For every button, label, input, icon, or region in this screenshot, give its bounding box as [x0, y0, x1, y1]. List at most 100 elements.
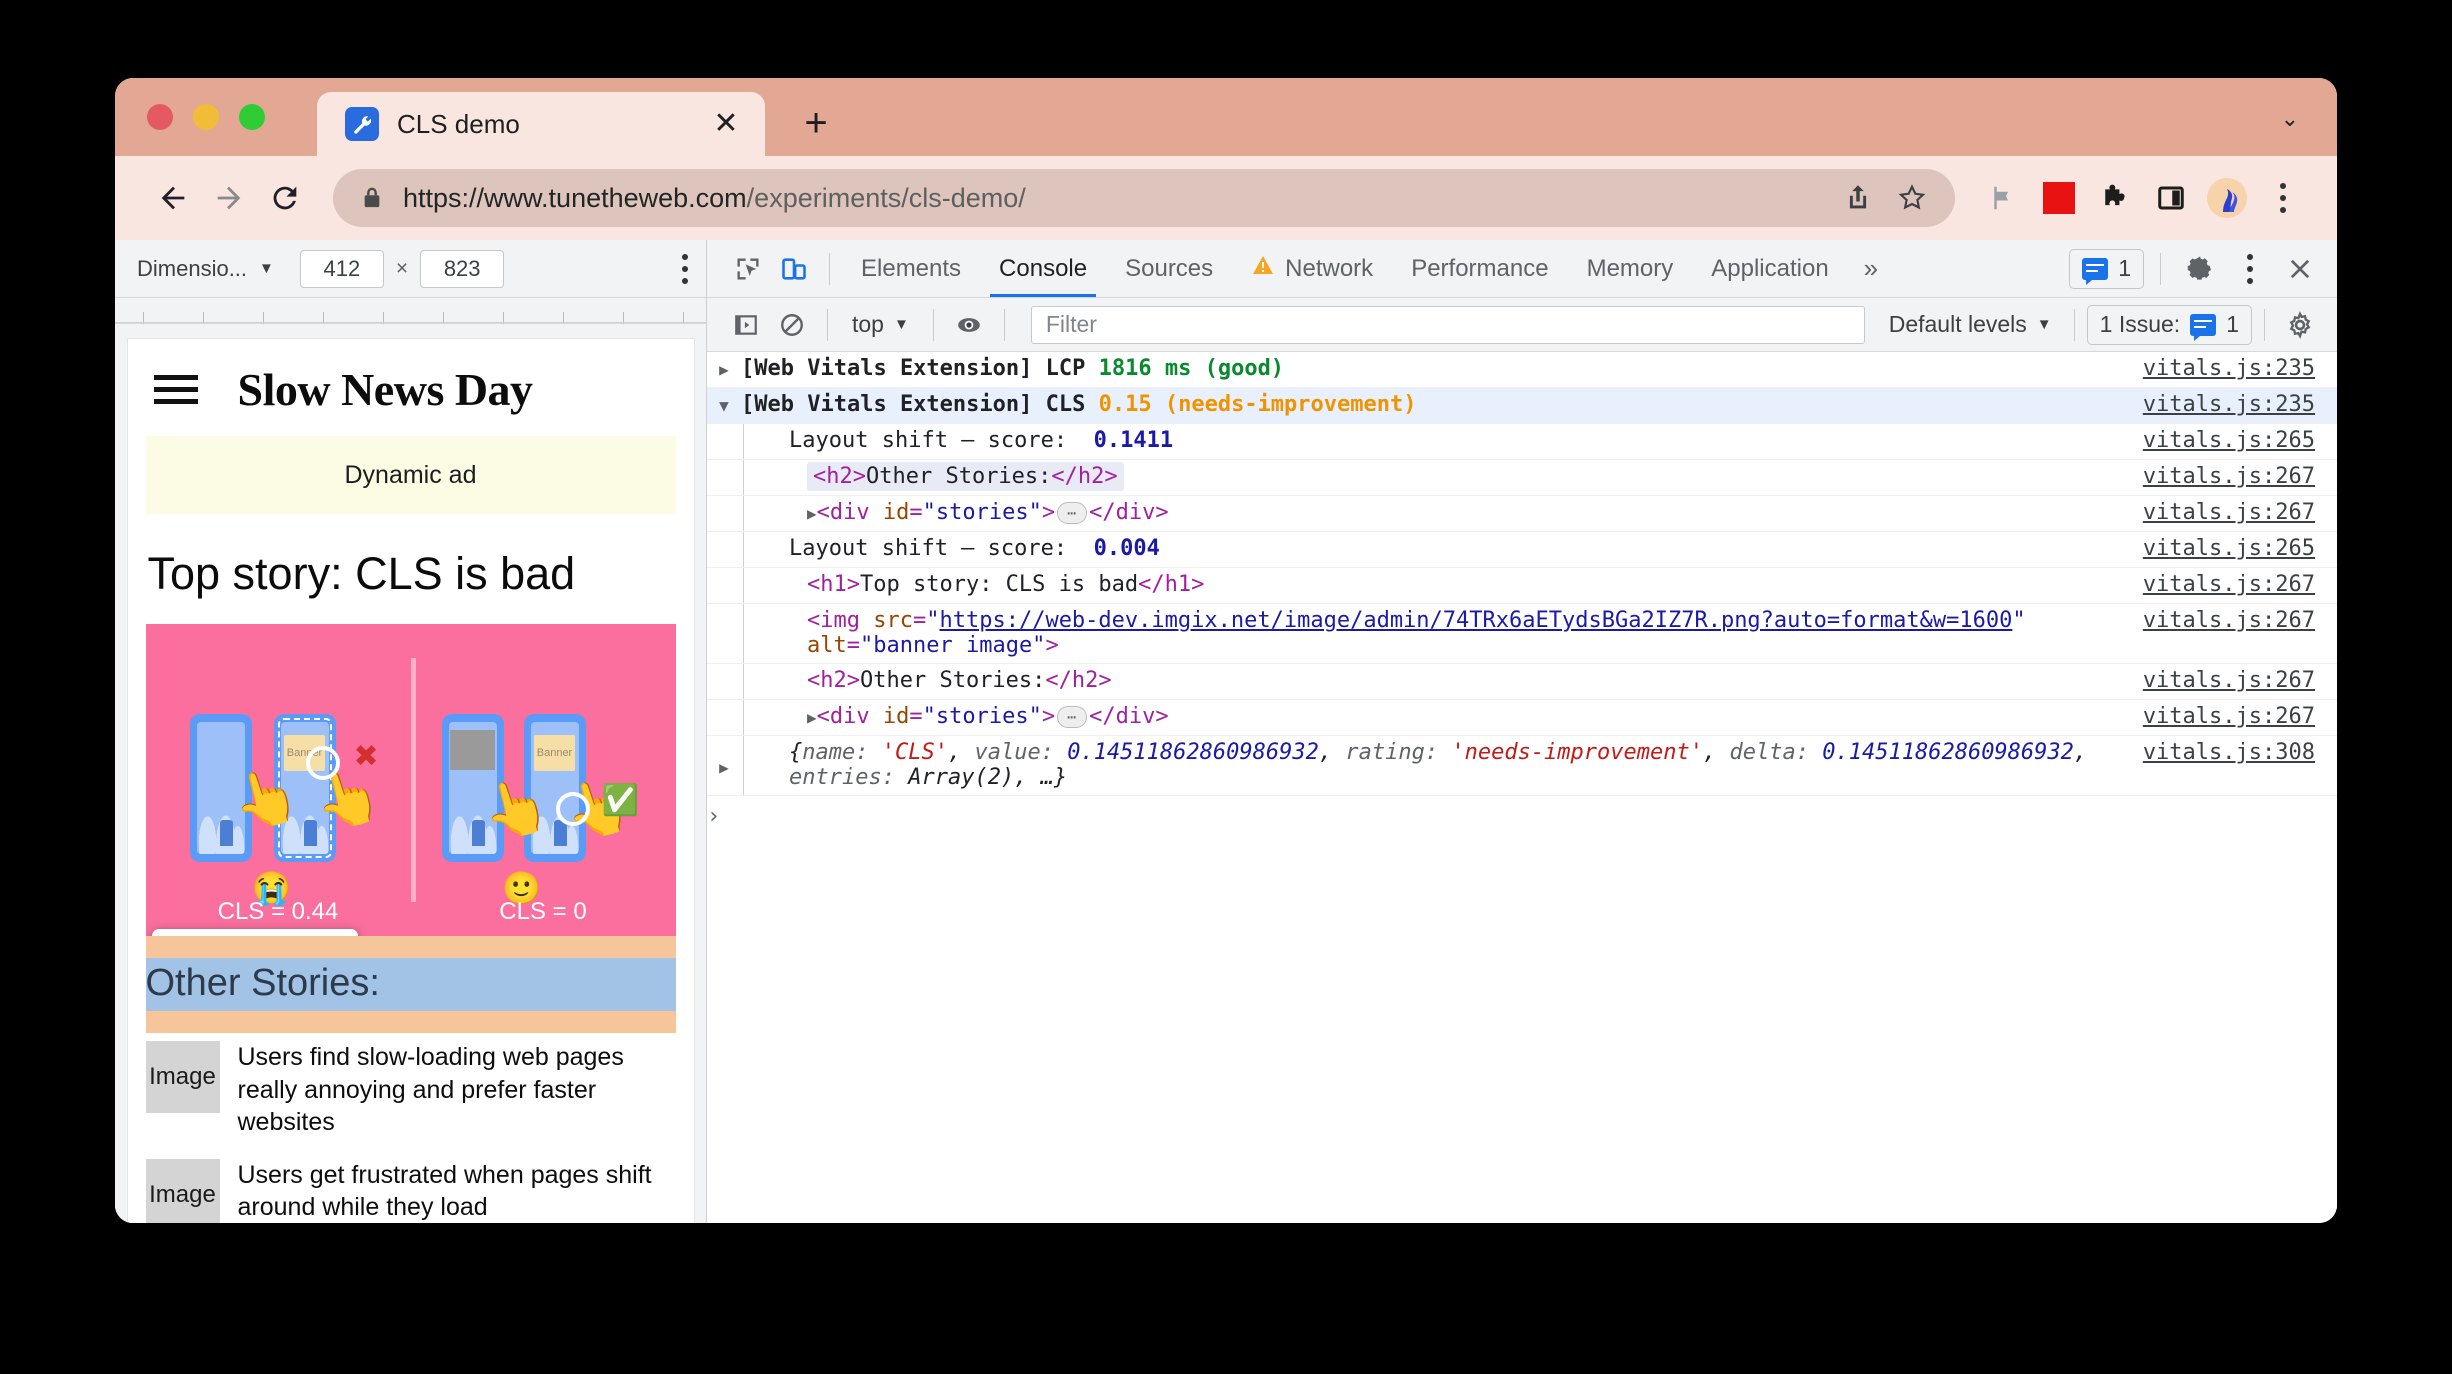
chevron-down-icon[interactable]: ⌄ — [2281, 106, 2299, 132]
inspect-element-icon[interactable] — [725, 246, 771, 292]
close-window-button[interactable] — [147, 104, 173, 130]
more-tabs-icon[interactable]: » — [1848, 253, 1894, 284]
new-tab-button[interactable]: + — [795, 102, 837, 144]
object-value-rating: 'needs-improvement' — [1451, 740, 1704, 765]
tab-console[interactable]: Console — [980, 240, 1106, 297]
expand-children-icon[interactable]: ⋯ — [1057, 706, 1088, 728]
close-icon[interactable]: ✕ — [709, 107, 743, 141]
wrench-icon — [345, 107, 379, 141]
source-link[interactable]: vitals.js:265 — [2143, 428, 2337, 453]
console-node-div-stories-second[interactable]: ▶<div id="stories"> ⋯ </div> vitals.js:267 — [707, 700, 2337, 736]
console-node-h1[interactable]: <h1>Top story: CLS is bad</h1> vitals.js… — [707, 568, 2337, 604]
source-link[interactable]: vitals.js:235 — [2143, 392, 2337, 417]
tab-sources[interactable]: Sources — [1106, 240, 1232, 297]
console-output[interactable]: ▶ [Web Vitals Extension] LCP 1816 ms (go… — [707, 352, 2337, 1223]
log-level-select[interactable]: Default levels ▼ — [1879, 311, 2062, 338]
source-link[interactable]: vitals.js:267 — [2143, 668, 2337, 693]
list-item[interactable]: Image Users find slow-loading web pages … — [145, 1033, 676, 1151]
close-devtools-icon[interactable] — [2277, 246, 2323, 292]
console-node-h2-second[interactable]: <h2>Other Stories:</h2> vitals.js:267 — [707, 664, 2337, 700]
gear-icon[interactable] — [2177, 246, 2223, 292]
clear-console-icon[interactable] — [769, 302, 815, 348]
share-icon[interactable] — [1831, 171, 1885, 225]
expand-object-arrow-icon[interactable]: ▶ — [707, 754, 741, 777]
device-preset-select[interactable]: Dimensio... ▼ — [137, 256, 274, 282]
console-object-cls-metric[interactable]: ▶ {name: 'CLS', value: 0.145118628609869… — [707, 736, 2337, 796]
object-value-entries: Array(2), …} — [908, 765, 1068, 790]
source-link[interactable]: vitals.js:235 — [2143, 356, 2337, 381]
back-button[interactable] — [145, 170, 201, 226]
element-highlight-tooltip: h2 396 × 28.5 — [151, 929, 358, 936]
flag-icon[interactable] — [1975, 170, 2031, 226]
list-item[interactable]: Image Users get frustrated when pages sh… — [145, 1151, 676, 1223]
side-panel-icon[interactable] — [2143, 170, 2199, 226]
device-more-options-icon[interactable] — [682, 253, 688, 284]
hamburger-menu-icon[interactable] — [153, 375, 198, 404]
console-node-div-stories[interactable]: ▶<div id="stories"> ⋯ </div> vitals.js:267 — [707, 496, 2337, 532]
viewport-height-input[interactable]: 823 — [420, 249, 505, 288]
dimension-separator: × — [395, 256, 409, 280]
execution-context-select[interactable]: top ▼ — [840, 311, 921, 338]
forward-button[interactable] — [201, 170, 257, 226]
source-link[interactable]: vitals.js:265 — [2143, 536, 2337, 561]
star-icon[interactable] — [1885, 171, 1939, 225]
console-message-text: [Web Vitals Extension] CLS 0.15 (needs-i… — [741, 392, 2143, 417]
image-alt-value: "banner image" — [860, 633, 1046, 658]
page-viewport: Slow News Day Dynamic ad Top story: CLS … — [126, 338, 695, 1223]
source-link[interactable]: vitals.js:267 — [2143, 464, 2337, 489]
issues-counter-button[interactable]: 1 — [2069, 248, 2144, 289]
browser-tab-cls-demo[interactable]: CLS demo ✕ — [317, 92, 765, 156]
device-emulation-pane: Dimensio... ▼ 412 × 823 Slow News Day Dy… — [115, 240, 707, 1223]
viewport-width-input[interactable]: 412 — [299, 249, 384, 288]
image-source-link[interactable]: https://web-dev.imgix.net/image/admin/74… — [939, 608, 2012, 633]
toggle-device-toolbar-icon[interactable] — [771, 246, 817, 292]
headline: Top story: CLS is bad — [147, 548, 576, 599]
issues-count: 1 — [2118, 255, 2131, 281]
console-node-img[interactable]: <img src="https://web-dev.imgix.net/imag… — [707, 604, 2337, 664]
collapse-arrow-icon[interactable]: ▼ — [707, 392, 741, 415]
console-sidebar-icon[interactable] — [723, 302, 769, 348]
source-link[interactable]: vitals.js:267 — [2143, 608, 2337, 633]
expand-children-icon[interactable]: ⋯ — [1057, 502, 1088, 524]
viewport-ruler — [115, 298, 706, 324]
console-filter-input[interactable]: Filter — [1030, 305, 1865, 344]
address-bar[interactable]: https://www.tunetheweb.com/experiments/c… — [333, 169, 1955, 227]
console-settings-gear-icon[interactable] — [2277, 302, 2323, 348]
object-key-rating: rating: — [1345, 740, 1439, 765]
minimize-window-button[interactable] — [193, 104, 219, 130]
tab-performance[interactable]: Performance — [1392, 240, 1567, 297]
cls-prefix: [Web Vitals Extension] CLS — [741, 392, 1086, 417]
tab-elements[interactable]: Elements — [842, 240, 980, 297]
source-link[interactable]: vitals.js:308 — [2143, 740, 2337, 765]
tab-application[interactable]: Application — [1692, 240, 1847, 297]
source-link[interactable]: vitals.js:267 — [2143, 704, 2337, 729]
highlight-margin-bottom — [145, 1011, 676, 1033]
maximize-window-button[interactable] — [239, 104, 265, 130]
console-layout-shift-2: Layout shift — score: 0.004 vitals.js:26… — [707, 532, 2337, 568]
console-message-cls[interactable]: ▼ [Web Vitals Extension] CLS 0.15 (needs… — [707, 388, 2337, 424]
three-dot-menu-icon[interactable] — [2255, 170, 2311, 226]
page-header: Slow News Day — [128, 339, 694, 436]
red-square-extension-icon[interactable] — [2031, 170, 2087, 226]
expand-arrow-icon[interactable]: ▶ — [707, 356, 741, 379]
layout-shift-score: 0.1411 — [1093, 428, 1174, 453]
puzzle-extensions-icon[interactable] — [2087, 170, 2143, 226]
banner-divider — [410, 658, 416, 902]
issues-filter-button[interactable]: 1 Issue: 1 — [2086, 304, 2252, 345]
devtools-more-options-icon[interactable] — [2227, 246, 2273, 292]
console-message-lcp[interactable]: ▶ [Web Vitals Extension] LCP 1816 ms (go… — [707, 352, 2337, 388]
dom-node-row: <img src="https://web-dev.imgix.net/imag… — [807, 608, 2026, 658]
source-link[interactable]: vitals.js:267 — [2143, 500, 2337, 525]
tab-network[interactable]: Network — [1232, 240, 1392, 297]
console-node-h2-highlighted[interactable]: <h2>Other Stories:</h2> vitals.js:267 — [707, 460, 2337, 496]
console-prompt[interactable]: › — [707, 796, 2337, 829]
url-path: /experiments/cls-demo/ — [746, 182, 1026, 213]
profile-avatar[interactable] — [2199, 170, 2255, 226]
live-expression-eye-icon[interactable] — [946, 302, 992, 348]
highlight-margin-top — [145, 936, 676, 958]
source-link[interactable]: vitals.js:267 — [2143, 572, 2337, 597]
console-layout-shift-1: Layout shift — score: 0.1411 vitals.js:2… — [707, 424, 2337, 460]
tab-memory[interactable]: Memory — [1568, 240, 1693, 297]
reload-button[interactable] — [257, 170, 313, 226]
layout-shift-label: Layout shift — score: — [789, 536, 1068, 561]
